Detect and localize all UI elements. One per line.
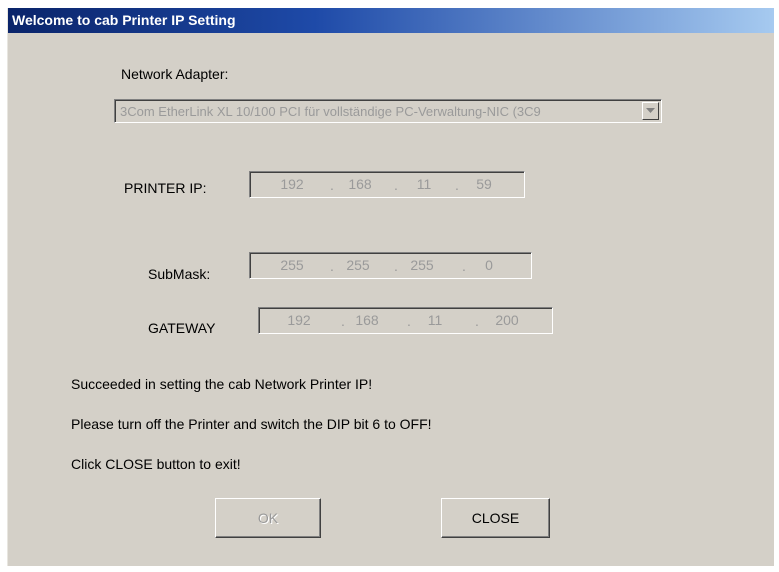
octet-separator: . [475, 313, 479, 329]
submask-input[interactable]: 255 . 255 . 255 . 0 [249, 252, 532, 279]
octet-separator: . [330, 177, 334, 193]
ok-button[interactable]: OK [215, 498, 321, 538]
dialog-window: Welcome to cab Printer IP Setting Networ… [7, 8, 774, 566]
status-message-exit: Click CLOSE button to exit! [71, 456, 241, 472]
network-adapter-value: 3Com EtherLink XL 10/100 PCI für vollstä… [120, 104, 541, 119]
gateway-octet-2: 168 [355, 312, 379, 328]
printer-ip-octet-3: 11 [416, 176, 432, 192]
octet-separator: . [455, 177, 459, 193]
printer-ip-input[interactable]: 192 . 168 . 11 . 59 [249, 171, 525, 198]
printer-ip-label: PRINTER IP: [124, 180, 207, 196]
network-adapter-select[interactable]: 3Com EtherLink XL 10/100 PCI für vollstä… [114, 99, 662, 123]
submask-octet-1: 255 [280, 257, 304, 273]
submask-octet-3: 255 [410, 257, 434, 273]
gateway-label: GATEWAY [148, 320, 216, 336]
gateway-octet-4: 200 [495, 312, 519, 328]
octet-separator: . [394, 258, 398, 274]
octet-separator: . [407, 313, 411, 329]
close-button[interactable]: CLOSE [441, 498, 550, 538]
gateway-octet-3: 11 [427, 312, 443, 328]
octet-separator: . [394, 177, 398, 193]
dropdown-button[interactable] [642, 102, 659, 120]
submask-label: SubMask: [148, 266, 211, 282]
submask-octet-2: 255 [346, 257, 370, 273]
status-message-success: Succeeded in setting the cab Network Pri… [71, 376, 373, 392]
gateway-input[interactable]: 192 . 168 . 11 . 200 [258, 307, 553, 334]
octet-separator: . [462, 258, 466, 274]
printer-ip-octet-4: 59 [476, 176, 492, 192]
status-message-instruction: Please turn off the Printer and switch t… [71, 416, 432, 432]
octet-separator: . [341, 313, 345, 329]
printer-ip-octet-1: 192 [280, 176, 304, 192]
window-title: Welcome to cab Printer IP Setting [12, 12, 236, 28]
title-bar[interactable]: Welcome to cab Printer IP Setting [8, 8, 774, 33]
submask-octet-4: 0 [485, 257, 493, 273]
octet-separator: . [330, 258, 334, 274]
gateway-octet-1: 192 [287, 312, 311, 328]
printer-ip-octet-2: 168 [348, 176, 372, 192]
chevron-down-icon [646, 108, 655, 113]
network-adapter-label: Network Adapter: [121, 66, 229, 82]
